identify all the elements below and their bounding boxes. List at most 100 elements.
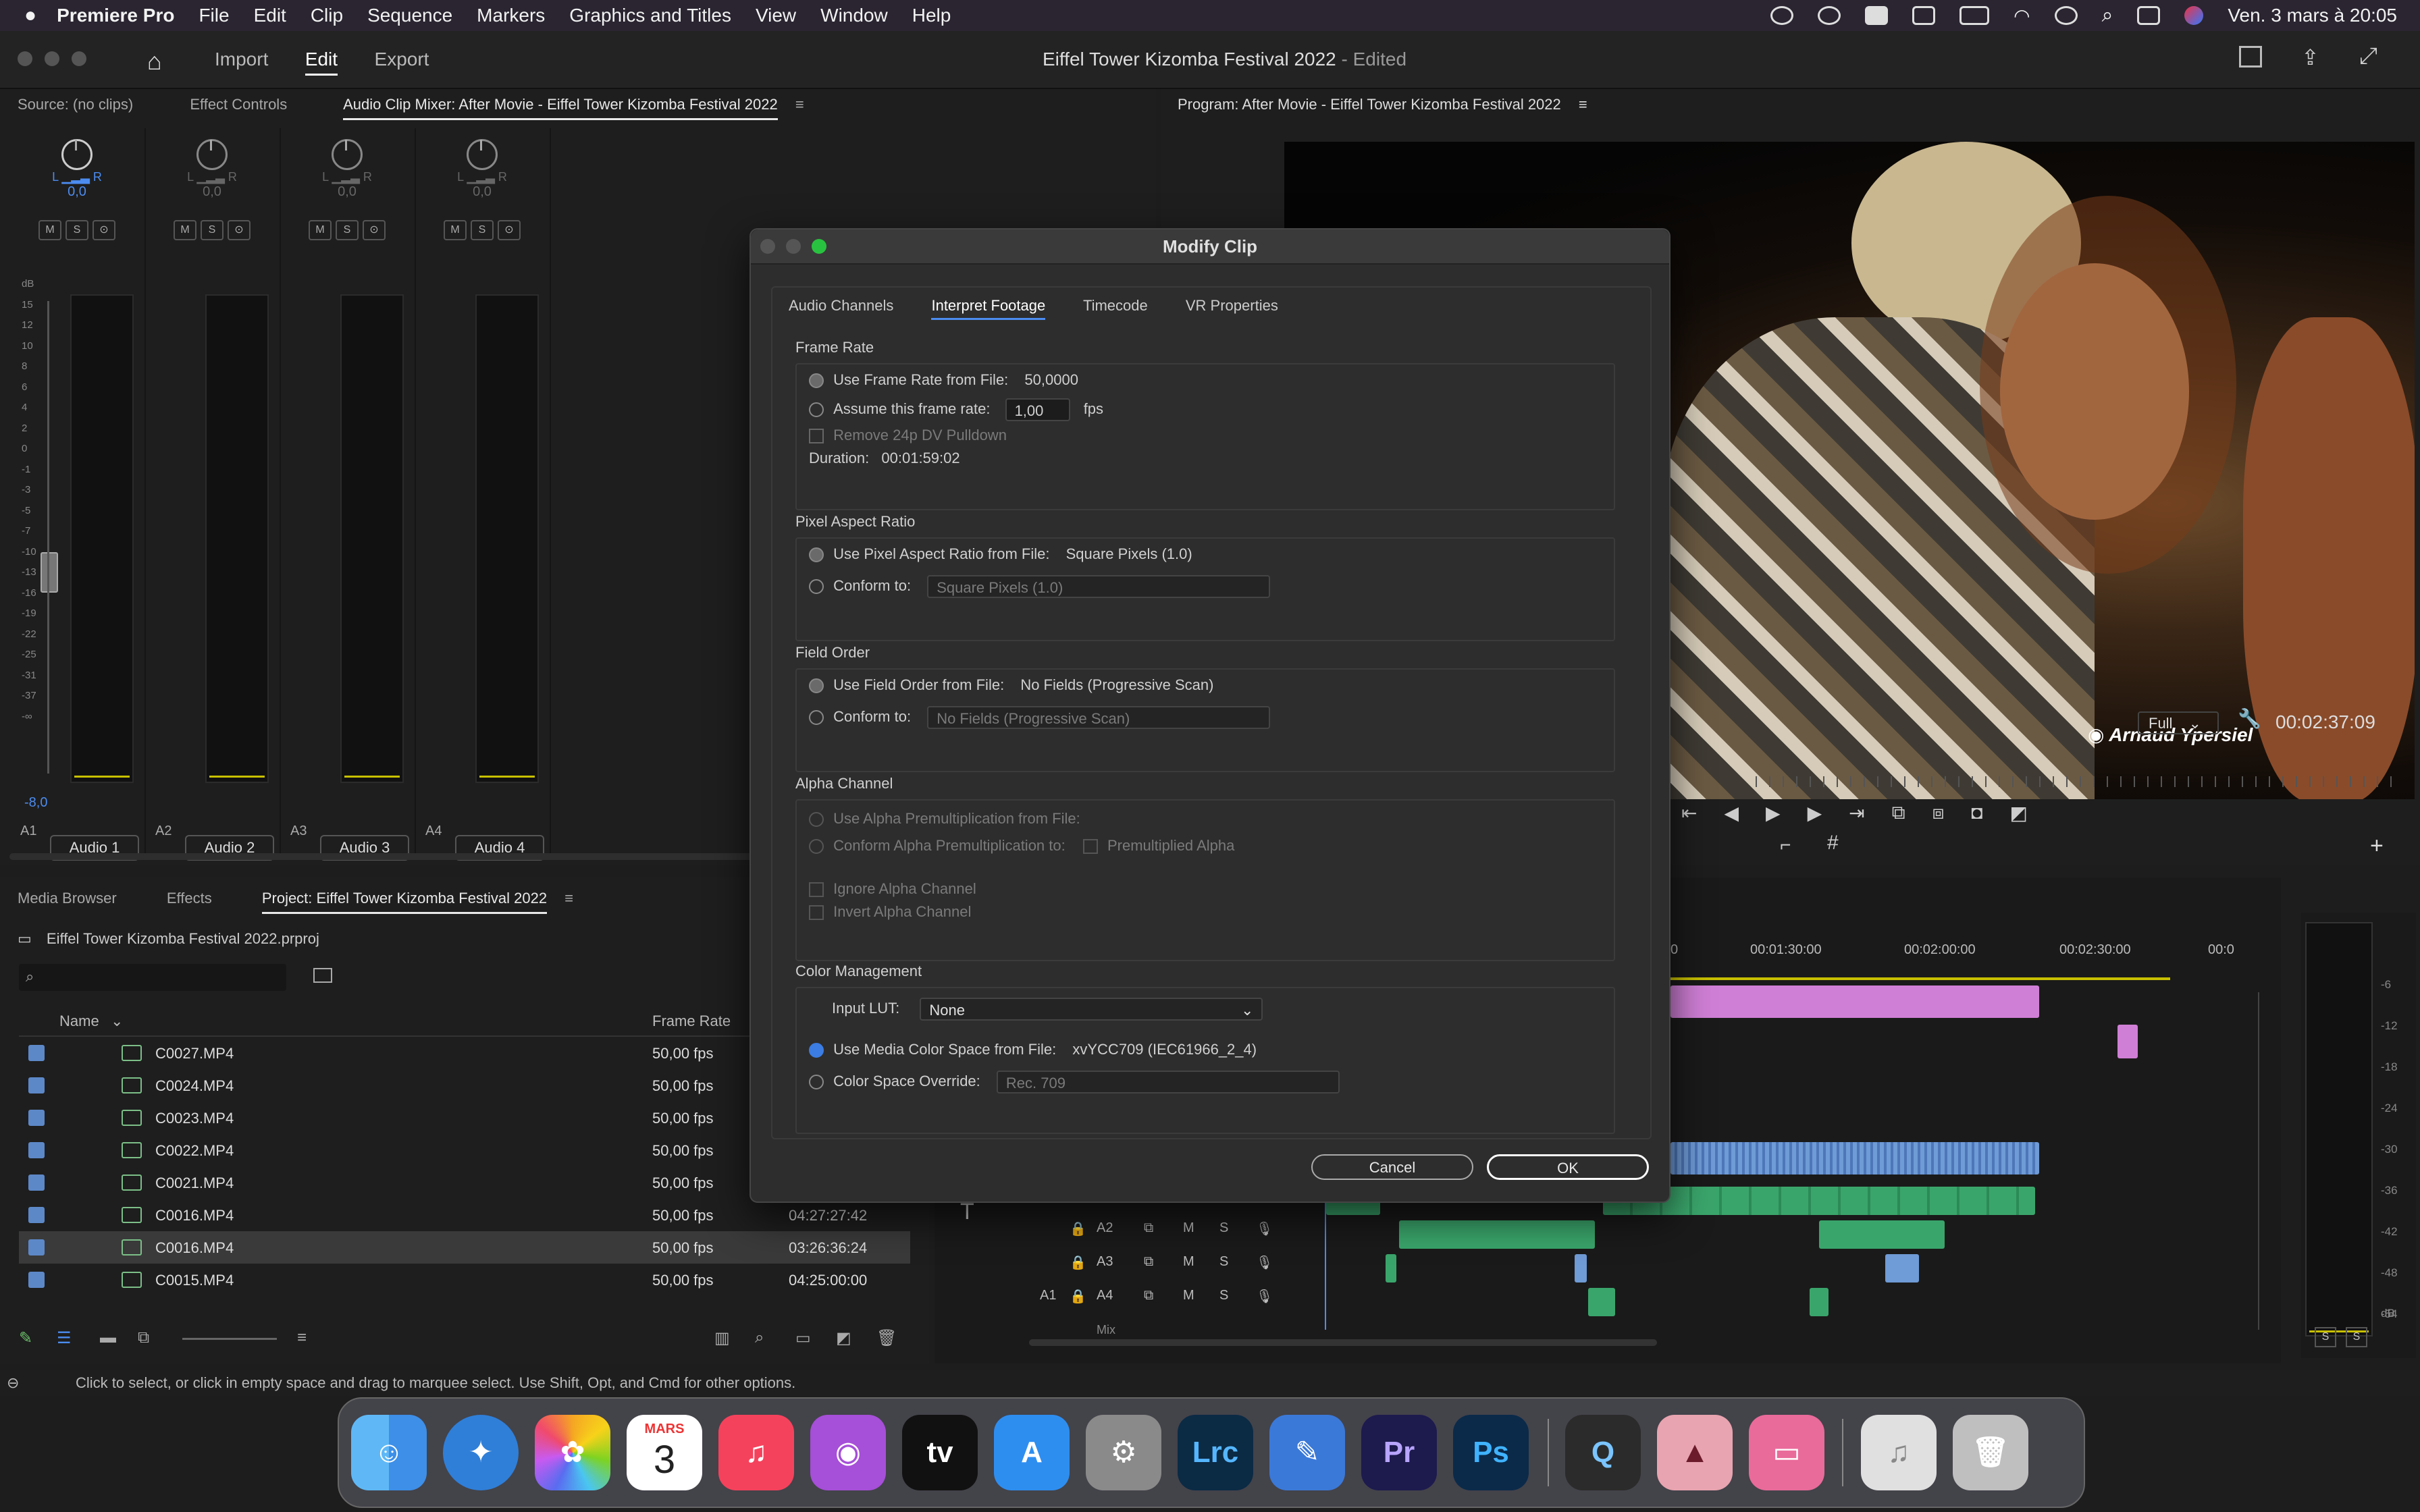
label-color[interactable] bbox=[28, 1239, 45, 1256]
tab-edit[interactable]: Edit bbox=[305, 49, 338, 76]
record-button[interactable]: ⊙ bbox=[228, 220, 251, 240]
timeline-scrollbar[interactable] bbox=[1029, 1339, 1657, 1346]
radio-conform-premult[interactable] bbox=[809, 839, 824, 855]
tab-audio-clip-mixer[interactable]: Audio Clip Mixer: After Movie - Eiffel T… bbox=[343, 96, 778, 120]
adjustment-layer-clip[interactable] bbox=[1671, 986, 2039, 1018]
mute-button[interactable]: M bbox=[1183, 1288, 1194, 1303]
playhead-line[interactable] bbox=[1325, 1195, 1326, 1330]
label-color[interactable] bbox=[28, 1207, 45, 1223]
cleanmymac-icon[interactable]: ▭ bbox=[1749, 1415, 1824, 1490]
label-color[interactable] bbox=[28, 1174, 45, 1191]
mic-icon[interactable]: 🎙 bbox=[1256, 1254, 1273, 1271]
audio-clip[interactable] bbox=[1885, 1254, 1919, 1282]
cancel-button[interactable]: Cancel bbox=[1311, 1154, 1473, 1180]
dialog-minimize-button[interactable] bbox=[786, 239, 801, 254]
pages-icon[interactable]: ✎ bbox=[1269, 1415, 1345, 1490]
lightroom-classic-icon[interactable]: Lrc bbox=[1178, 1415, 1253, 1490]
use-media-color-option[interactable]: Use Media Color Space from File: xvYCC70… bbox=[809, 1041, 1257, 1058]
menu-markers[interactable]: Markers bbox=[477, 5, 545, 26]
menu-clip[interactable]: Clip bbox=[311, 5, 343, 26]
window-close-button[interactable] bbox=[18, 51, 32, 66]
solo-button[interactable]: S bbox=[1219, 1254, 1228, 1270]
radio-assume-frame-rate[interactable] bbox=[809, 402, 824, 417]
menu-window[interactable]: Window bbox=[820, 5, 888, 26]
invert-alpha-option[interactable]: Invert Alpha Channel bbox=[809, 903, 971, 921]
export-frame-icon[interactable]: ◘ bbox=[1971, 802, 1982, 824]
table-row[interactable]: C0016.MP4 50,00 fps 04:27:27:42 bbox=[19, 1199, 910, 1231]
menu-help[interactable]: Help bbox=[912, 5, 951, 26]
use-premult-option[interactable]: Use Alpha Premultiplication from File: bbox=[809, 810, 1080, 828]
comparison-view-icon[interactable]: ◩ bbox=[2009, 802, 2027, 824]
table-row[interactable]: C0015.MP4 50,00 fps 04:25:00:00 bbox=[19, 1264, 910, 1296]
checkbox-premultiplied[interactable] bbox=[1082, 839, 1098, 855]
panel-menu-icon[interactable]: ≡ bbox=[795, 96, 804, 113]
app-menu[interactable]: Premiere Pro bbox=[57, 5, 174, 26]
audio-clip[interactable] bbox=[1819, 1220, 1945, 1249]
conform-par-option[interactable]: Conform to: Square Pixels (1.0) bbox=[809, 575, 1271, 598]
tab-media-browser[interactable]: Media Browser bbox=[18, 890, 117, 907]
tab-export[interactable]: Export bbox=[375, 49, 429, 70]
zoom-dropdown[interactable]: Full ⌄ bbox=[2138, 711, 2219, 734]
checkbox-remove-pulldown[interactable] bbox=[809, 429, 824, 444]
radio-use-media-color[interactable] bbox=[809, 1043, 824, 1058]
video-clips-strip[interactable] bbox=[1671, 1142, 2039, 1174]
add-button-icon[interactable]: + bbox=[2370, 833, 2384, 859]
remove-pulldown-option[interactable]: Remove 24p DV Pulldown bbox=[809, 427, 1007, 444]
audio-clip[interactable] bbox=[1588, 1288, 1615, 1316]
radio-color-override[interactable] bbox=[809, 1075, 824, 1089]
radio-conform-par[interactable] bbox=[809, 579, 824, 594]
assume-frame-rate-option[interactable]: Assume this frame rate: 1,00 fps bbox=[809, 398, 1103, 421]
radio-use-frame-rate[interactable] bbox=[809, 373, 824, 389]
premiere-pro-icon[interactable]: Pr bbox=[1361, 1415, 1437, 1490]
go-to-out-icon[interactable]: ⇥ bbox=[1849, 802, 1864, 824]
trash-icon[interactable]: 🗑 bbox=[876, 1328, 897, 1348]
conform-field-order-dropdown[interactable]: No Fields (Progressive Scan) bbox=[927, 706, 1271, 729]
pencil-icon[interactable]: ✎ bbox=[19, 1328, 32, 1348]
program-timecode[interactable]: 00:02:37:09 bbox=[2276, 711, 2375, 733]
frame-rate-input[interactable]: 1,00 bbox=[1005, 398, 1070, 421]
program-title[interactable]: Program: After Movie - Eiffel Tower Kizo… bbox=[1178, 96, 1561, 113]
tab-effects[interactable]: Effects bbox=[167, 890, 212, 907]
tab-source[interactable]: Source: (no clips) bbox=[18, 96, 133, 113]
notification-icon[interactable] bbox=[1865, 6, 1889, 25]
tab-import[interactable]: Import bbox=[215, 49, 268, 70]
mute-button[interactable]: M bbox=[174, 220, 196, 240]
menu-sequence[interactable]: Sequence bbox=[367, 5, 452, 26]
icon-view-icon[interactable]: ▬ bbox=[100, 1328, 116, 1347]
input-lut-dropdown[interactable]: None ⌄ bbox=[920, 998, 1263, 1021]
mic-icon[interactable]: 🎙 bbox=[1256, 1288, 1273, 1305]
pan-knob[interactable] bbox=[61, 139, 93, 170]
solo-button[interactable]: S bbox=[336, 220, 359, 240]
ok-button[interactable]: OK bbox=[1487, 1154, 1649, 1180]
wifi-icon[interactable]: ◠ bbox=[2014, 5, 2030, 27]
audio-clip[interactable] bbox=[1386, 1254, 1396, 1282]
color-override-option[interactable]: Color Space Override: Rec. 709 bbox=[809, 1071, 1340, 1094]
sync-lock-icon[interactable]: ⧉ bbox=[1144, 1254, 1153, 1270]
safe-margins-icon[interactable]: ⌐ bbox=[1780, 834, 1791, 856]
pan-knob[interactable] bbox=[196, 139, 228, 170]
work-area-bar[interactable] bbox=[1671, 977, 2170, 980]
pan-knob[interactable] bbox=[332, 139, 363, 170]
solo-button[interactable]: S bbox=[201, 220, 223, 240]
extract-icon[interactable]: ⧈ bbox=[1932, 802, 1945, 824]
tab-vr-properties[interactable]: VR Properties bbox=[1186, 297, 1278, 314]
share-icon[interactable]: ⇪ bbox=[2301, 45, 2319, 70]
solo-button[interactable]: S bbox=[1219, 1220, 1228, 1236]
new-bin-icon[interactable] bbox=[313, 968, 332, 983]
control-center-icon[interactable] bbox=[2137, 6, 2161, 25]
audio-clip[interactable] bbox=[1399, 1220, 1595, 1249]
window-zoom-button[interactable] bbox=[72, 51, 86, 66]
list-view-icon[interactable]: ☰ bbox=[57, 1328, 72, 1348]
zoom-slider[interactable] bbox=[182, 1338, 277, 1340]
timeline-ruler[interactable]: 0 00:01:30:00 00:02:00:00 00:02:30:00 00… bbox=[1671, 942, 2244, 976]
radio-use-par[interactable] bbox=[809, 547, 824, 563]
tab-timecode[interactable]: Timecode bbox=[1083, 297, 1148, 314]
freeform-view-icon[interactable]: ⧉ bbox=[138, 1328, 149, 1347]
affinity-icon[interactable]: ▲ bbox=[1657, 1415, 1733, 1490]
apple-logo-icon[interactable]: ● bbox=[24, 4, 36, 27]
graphic-clip[interactable] bbox=[2118, 1025, 2138, 1058]
music-icon[interactable]: ♫ bbox=[718, 1415, 794, 1490]
project-search-input[interactable]: ⌕ bbox=[19, 964, 286, 991]
home-icon[interactable]: ⌂ bbox=[147, 47, 162, 76]
color-override-dropdown[interactable]: Rec. 709 bbox=[996, 1071, 1340, 1094]
